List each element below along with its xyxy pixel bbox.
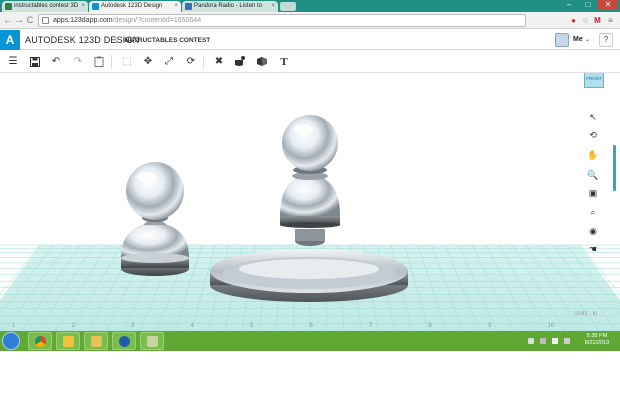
toolbar-divider xyxy=(203,55,204,69)
browser-tab-instructables[interactable]: instructables contest 3D × xyxy=(2,1,88,12)
pandora-favicon-icon xyxy=(185,3,192,10)
browser-tab-123d-design[interactable]: Autodesk 123D Design × xyxy=(89,1,181,12)
orbit-icon[interactable]: ⟲ xyxy=(586,128,600,142)
avatar[interactable] xyxy=(555,33,569,47)
paste-icon[interactable] xyxy=(92,55,106,69)
units-label: Units : in xyxy=(574,311,598,317)
material-icon[interactable] xyxy=(233,55,247,69)
windows-start-button[interactable] xyxy=(2,332,20,350)
scale-icon[interactable]: ⤢ xyxy=(162,55,176,69)
glass-dish[interactable] xyxy=(210,249,408,302)
tab-label: Pandora Radio - Listen to xyxy=(194,3,263,9)
reload-button[interactable]: C xyxy=(24,14,36,27)
url-path: /design/?contentId=1650644 xyxy=(112,17,202,24)
tab-label: instructables contest 3D xyxy=(14,3,79,9)
clock-time: 5:38 PM xyxy=(586,333,608,339)
tool-icon xyxy=(147,336,158,347)
tray-power-icon[interactable] xyxy=(564,338,570,344)
taskbar-explorer[interactable] xyxy=(84,332,108,350)
brand-prefix: AUTODESK xyxy=(25,35,76,45)
instructables-favicon-icon xyxy=(5,3,12,10)
zoom-window-icon[interactable]: ⌕ xyxy=(586,205,600,219)
browser-address-bar: ← → C apps.123dapp.com/design/?contentId… xyxy=(0,12,620,29)
tab-close-icon[interactable]: × xyxy=(271,1,275,12)
bookmark-star-icon[interactable]: ☆ xyxy=(580,15,591,26)
clock-date: 8/21/2013 xyxy=(584,340,610,346)
undo-icon[interactable]: ↶ xyxy=(49,55,63,69)
rotate-icon[interactable]: ⟳ xyxy=(184,55,198,69)
hp-icon xyxy=(119,336,130,347)
browser-tab-strip: instructables contest 3D × Autodesk 123D… xyxy=(0,0,620,12)
autodesk-favicon-icon xyxy=(92,3,99,10)
fit-view-icon[interactable]: ▣ xyxy=(586,186,600,200)
text-icon[interactable]: T xyxy=(277,55,291,69)
chrome-icon xyxy=(35,336,46,347)
redo-icon[interactable]: ↷ xyxy=(71,55,85,69)
taskbar-chrome[interactable] xyxy=(28,332,52,350)
tab-close-icon[interactable]: × xyxy=(174,1,178,12)
tray-network-icon[interactable] xyxy=(540,338,546,344)
look-eye-icon[interactable]: ◉ xyxy=(586,224,600,238)
chevron-down-icon[interactable]: ⌄ xyxy=(585,35,590,45)
close-window-button[interactable]: ✕ xyxy=(598,0,618,10)
grab-icon[interactable]: ☚ xyxy=(586,242,600,256)
page-icon xyxy=(42,17,49,24)
scene-canvas[interactable]: 1 2 3 4 5 6 7 8 9 10 xyxy=(0,73,620,331)
gmail-icon[interactable]: M xyxy=(592,15,603,26)
minimize-button[interactable]: – xyxy=(560,0,578,10)
taskbar-mail[interactable] xyxy=(56,332,80,350)
scroll-indicator[interactable] xyxy=(613,145,616,191)
select-icon[interactable]: ⬚ xyxy=(120,55,134,69)
extension-record-icon[interactable]: ● xyxy=(568,15,579,26)
taskbar-clock[interactable]: 5:38 PM 8/21/2013 xyxy=(580,333,614,347)
navigation-bar: ↖ ⟲ ✋ 🔍 ▣ ⌕ ◉ ☚ xyxy=(583,110,603,260)
project-name[interactable]: INSTRUCTABLES CONTEST xyxy=(123,36,210,45)
autodesk-logo-icon[interactable]: A xyxy=(0,30,20,50)
breadcrumb-separator: \ xyxy=(115,35,118,45)
taskbar-hp[interactable] xyxy=(112,332,136,350)
tab-close-icon[interactable]: × xyxy=(81,1,85,12)
viewcube-front[interactable]: FRONT xyxy=(584,73,604,88)
main-toolbar: ☰ ↶ ↷ ⬚ ✥ ⤢ ⟳ ✖ T xyxy=(0,51,620,73)
tray-volume-icon[interactable] xyxy=(552,338,558,344)
brand-suffix: 123D xyxy=(78,35,101,45)
url-host: apps.123dapp.com xyxy=(53,17,113,24)
new-tab-button[interactable] xyxy=(280,2,296,11)
right-glass-figure[interactable] xyxy=(280,115,340,246)
browser-tab-pandora[interactable]: Pandora Radio - Listen to × xyxy=(182,1,278,12)
help-button[interactable]: ? xyxy=(599,33,613,47)
menu-icon[interactable]: ☰ xyxy=(6,55,20,69)
user-menu-label[interactable]: Me xyxy=(573,35,583,45)
left-glass-figure[interactable] xyxy=(121,162,189,276)
app-header: A AUTODESK 123D DESIGN \ INSTRUCTABLES C… xyxy=(0,30,620,50)
save-icon[interactable] xyxy=(28,55,42,69)
pointer-icon[interactable]: ↖ xyxy=(586,110,600,124)
zoom-icon[interactable]: 🔍 xyxy=(586,168,600,182)
toolbar-divider xyxy=(111,55,112,69)
group-icon[interactable] xyxy=(255,55,269,69)
url-input[interactable]: apps.123dapp.com/design/?contentId=16506… xyxy=(38,14,526,27)
move-icon[interactable]: ✥ xyxy=(141,55,155,69)
ruler-number: 10 xyxy=(548,323,555,329)
settings-menu-icon[interactable]: ≡ xyxy=(605,15,616,26)
folder-icon xyxy=(91,336,102,347)
pan-hand-icon[interactable]: ✋ xyxy=(586,148,600,162)
tools-icon[interactable]: ✖ xyxy=(212,55,226,69)
tray-flag-icon[interactable] xyxy=(528,338,534,344)
os-taskbar: 5:38 PM 8/21/2013 xyxy=(0,331,620,351)
maximize-button[interactable]: □ xyxy=(579,0,597,10)
mail-icon xyxy=(63,336,74,347)
3d-viewport[interactable]: 1 2 3 4 5 6 7 8 9 10 FRONT ↖ ⟲ ✋ 🔍 ▣ ⌕ ◉… xyxy=(0,73,620,331)
taskbar-tool[interactable] xyxy=(140,332,164,350)
tab-label: Autodesk 123D Design xyxy=(101,3,163,9)
